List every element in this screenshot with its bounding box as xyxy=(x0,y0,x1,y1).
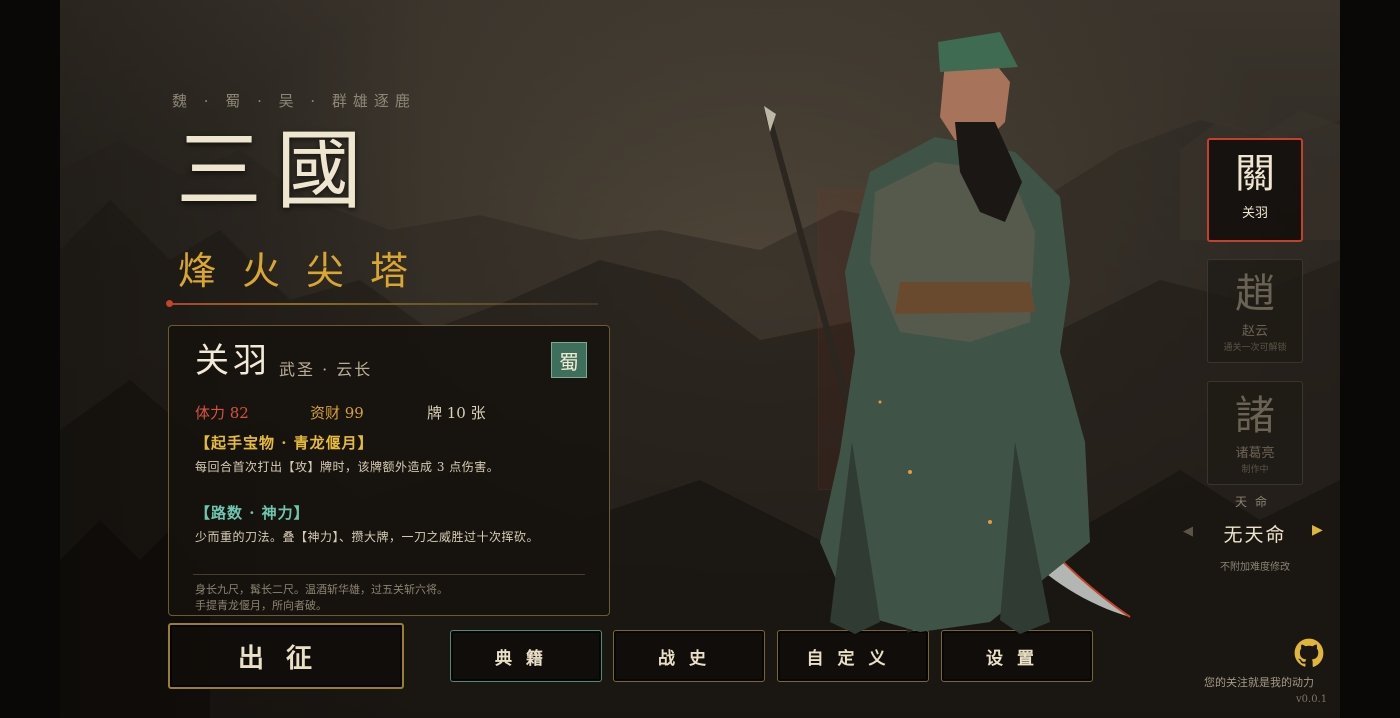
character-slot-zhaoyun[interactable]: 趙 赵云 通关一次可解锁 xyxy=(1207,259,1303,363)
hero-bio-line: 身长九尺，髯长二尺。温酒斩华雄，过五关斩六将。 xyxy=(195,583,448,596)
character-slot-guanyu[interactable]: 關 关羽 xyxy=(1207,138,1303,242)
path-title: 【路数 · 神力】 xyxy=(195,504,310,522)
faction-badge: 蜀 xyxy=(551,342,587,378)
tianming-next-icon[interactable]: ▶ xyxy=(1312,522,1323,538)
tianming-prev-icon[interactable]: ◀ xyxy=(1183,524,1193,539)
hero-bio: 身长九尺，髯长二尺。温酒斩华雄，过五关斩六将。 手提青龙偃月，所向者破。 xyxy=(195,582,448,614)
version-label: v0.0.1 xyxy=(1296,694,1328,705)
card-divider xyxy=(193,574,585,575)
path-description: 少而重的刀法。叠【神力】、攒大牌，一刀之威胜过十次挥砍。 xyxy=(195,530,540,544)
character-slot-zhugeliang[interactable]: 諸 诸葛亮 制作中 xyxy=(1207,381,1303,485)
title-divider xyxy=(170,303,598,305)
codex-button[interactable]: 典籍 xyxy=(450,630,602,682)
character-name: 诸葛亮 xyxy=(1235,446,1275,461)
tianming-value: 无天命 xyxy=(1223,524,1287,546)
title-divider-dot xyxy=(166,300,173,307)
battle-history-button[interactable]: 战史 xyxy=(613,630,765,682)
guan-yu-character-art xyxy=(764,32,1131,634)
hero-name: 关羽 xyxy=(195,341,271,381)
stat-cards: 牌 10 张 xyxy=(427,404,486,422)
character-name: 关羽 xyxy=(1241,206,1268,221)
right-letterbox xyxy=(1340,0,1400,718)
support-slogan: 您的关注就是我的动力 xyxy=(1204,676,1314,689)
character-glyph: 趙 xyxy=(1235,271,1275,317)
character-unlock-note: 制作中 xyxy=(1241,465,1269,475)
game-title: 三國 xyxy=(176,121,376,221)
kingdoms-tagline: 魏 · 蜀 · 吴 · 群雄逐鹿 xyxy=(172,92,416,110)
stat-gold: 资财 99 xyxy=(310,404,364,422)
tianming-label: 天命 xyxy=(1234,495,1275,509)
github-icon[interactable] xyxy=(1294,638,1324,668)
treasure-title: 【起手宝物 · 青龙偃月】 xyxy=(195,434,374,452)
treasure-description: 每回合首次打出【攻】牌时，该牌额外造成 3 点伤害。 xyxy=(195,460,500,474)
left-letterbox xyxy=(0,0,60,718)
character-unlock-note: 通关一次可解锁 xyxy=(1223,343,1287,353)
character-glyph: 諸 xyxy=(1235,393,1275,439)
stat-hp: 体力 82 xyxy=(195,404,249,422)
hero-info-card: 关羽 武圣 · 云长 蜀 体力 82 资财 99 牌 10 张 【起手宝物 · … xyxy=(168,325,610,616)
hero-titles: 武圣 · 云长 xyxy=(279,360,373,379)
character-name: 赵云 xyxy=(1241,324,1268,339)
character-glyph: 關 xyxy=(1235,151,1275,197)
hero-bio-line: 手提青龙偃月，所向者破。 xyxy=(195,599,327,612)
hero-stats: 体力 82 资财 99 牌 10 张 xyxy=(195,402,486,423)
start-expedition-button[interactable]: 出征 xyxy=(168,623,404,689)
tianming-note: 不附加难度修改 xyxy=(1220,562,1290,573)
game-subtitle: 烽火尖塔 xyxy=(178,249,435,293)
